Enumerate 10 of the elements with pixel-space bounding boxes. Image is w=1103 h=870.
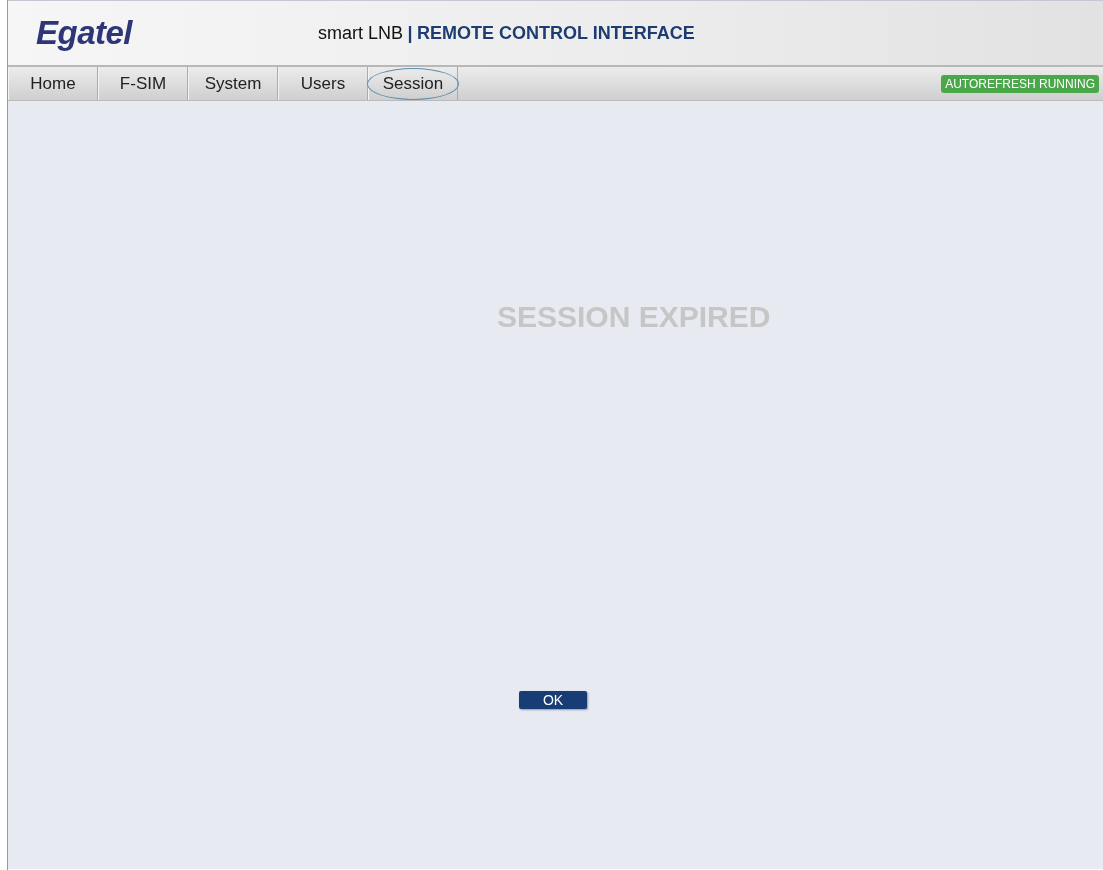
nav-tab[interactable]: Home — [14, 67, 92, 100]
nav-tab[interactable]: Users — [284, 67, 362, 100]
logo: Egatel — [36, 14, 134, 52]
page-title: REMOTE CONTROL INTERFACE — [417, 22, 695, 44]
autorefresh-badge: AUTOREFRESH RUNNING — [941, 74, 1099, 93]
ok-button[interactable]: OK — [519, 691, 587, 709]
product-name: smart LNB — [318, 22, 404, 44]
nav-tab[interactable]: F-SIM — [103, 67, 183, 100]
nav-tab[interactable]: System — [188, 67, 278, 100]
title-separator: | — [407, 22, 413, 44]
